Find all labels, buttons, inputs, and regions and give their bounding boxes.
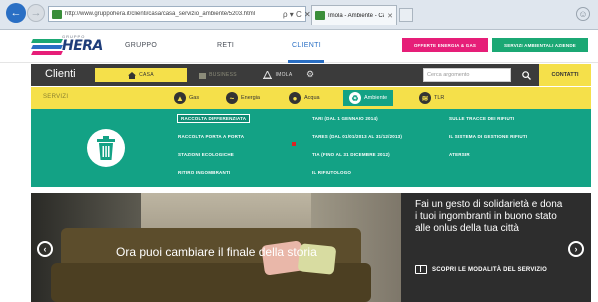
menu-tares[interactable]: TARES (DAL 01/01/2013 AL 31/12/2013) bbox=[312, 134, 402, 139]
menu-il-rifiutologo[interactable]: IL RIFIUTOLOGO bbox=[312, 170, 351, 175]
servizi-bar: SERVIZI ▲ Gas ~ Energia ● Acqua ♻ Ambien… bbox=[31, 87, 591, 109]
contatti-button[interactable]: CONTATTI bbox=[539, 64, 591, 86]
service-acqua-label: Acqua bbox=[304, 95, 320, 101]
menu-sulle-tracce-dei-rifiuti[interactable]: SULLE TRACCE DEI RIFIUTI bbox=[449, 116, 514, 121]
servizi-ambientali-aziende-button[interactable]: SERVIZI AMBIENTALI AZIENDE bbox=[492, 38, 588, 52]
location-label: IMOLA bbox=[275, 72, 293, 78]
chevron-left-icon: ‹ bbox=[43, 244, 47, 254]
tab-title: Imola - Ambiente - Casa - ... bbox=[328, 12, 384, 19]
nav-reti[interactable]: RETI bbox=[217, 42, 234, 49]
location-selector[interactable]: IMOLA bbox=[255, 68, 301, 82]
logo-word: HERA bbox=[62, 38, 103, 54]
arrow-right-icon: → bbox=[30, 7, 42, 19]
menu-sistema-gestione-rifiuti[interactable]: IL SISTEMA DI GESTIONE RIFIUTI bbox=[449, 134, 527, 139]
servizi-label: SERVIZI bbox=[43, 94, 69, 100]
menu-raccolta-porta-a-porta[interactable]: RACCOLTA PORTA A PORTA bbox=[178, 134, 244, 139]
hero-info-box: Fai un gesto di solidarietà e dona i tuo… bbox=[401, 193, 591, 302]
browser-tab[interactable]: Imola - Ambiente - Casa - ... ✕ bbox=[311, 5, 397, 25]
business-label: BUSINESS bbox=[209, 72, 237, 78]
search-icon bbox=[521, 70, 531, 80]
menu-ritiro-ingombranti[interactable]: RITIRO INGOMBRANTI bbox=[178, 170, 230, 175]
service-tlr[interactable]: ≋ TLR bbox=[419, 90, 444, 106]
service-gas-label: Gas bbox=[189, 95, 200, 101]
offerte-energia-gas-button[interactable]: OFFERTE ENERGIA & GAS bbox=[402, 38, 488, 52]
new-tab-button[interactable] bbox=[399, 8, 413, 22]
service-ambiente-label: Ambiente bbox=[364, 95, 388, 101]
book-icon bbox=[415, 265, 427, 274]
flame-icon: ▲ bbox=[174, 92, 186, 104]
service-energia[interactable]: ~ Energia bbox=[226, 90, 260, 106]
map-pin-icon bbox=[263, 71, 273, 79]
forward-button[interactable]: → bbox=[27, 4, 45, 22]
nav-active-indicator bbox=[288, 60, 324, 63]
energy-icon: ~ bbox=[226, 92, 238, 104]
site-header: GRUPPO HERA GRUPPO RETI CLIENTI OFFERTE … bbox=[0, 31, 598, 63]
gear-icon[interactable]: ⚙ bbox=[306, 69, 314, 80]
hero-message: Fai un gesto di solidarietà e dona i tuo… bbox=[415, 199, 563, 234]
casa-label: CASA bbox=[139, 72, 154, 78]
chevron-right-icon: › bbox=[574, 244, 578, 254]
scopri-modalita-label: SCOPRI LE MODALITÀ DEL SERVIZIO bbox=[432, 266, 547, 273]
service-gas[interactable]: ▲ Gas bbox=[174, 90, 199, 106]
clienti-bar: Clienti CASA BUSINESS IMOLA ⚙ Cerca argo… bbox=[31, 64, 591, 86]
service-tlr-label: TLR bbox=[434, 95, 445, 101]
back-button[interactable]: ← bbox=[6, 3, 26, 23]
hero-next-button[interactable]: › bbox=[568, 241, 584, 257]
casa-button[interactable]: CASA bbox=[95, 68, 187, 82]
nav-gruppo[interactable]: GRUPPO bbox=[125, 42, 157, 49]
ambiente-menu-panel: RACCOLTA DIFFERENZIATA RACCOLTA PORTA A … bbox=[31, 109, 591, 187]
menu-raccolta-differenziata[interactable]: RACCOLTA DIFFERENZIATA bbox=[177, 114, 251, 123]
trash-bin-icon bbox=[87, 129, 125, 167]
service-ambiente[interactable]: ♻ Ambiente bbox=[343, 90, 394, 106]
recycle-icon: ♻ bbox=[349, 92, 361, 104]
service-energia-label: Energia bbox=[241, 95, 260, 101]
hero-banner: ‹ Ora puoi cambiare il finale della stor… bbox=[31, 193, 591, 302]
hero-prev-button[interactable]: ‹ bbox=[37, 241, 53, 257]
house-icon bbox=[128, 71, 137, 79]
business-button[interactable]: BUSINESS bbox=[189, 68, 247, 82]
cursor-marker bbox=[292, 142, 296, 146]
site-favicon-icon bbox=[52, 9, 62, 19]
menu-tia[interactable]: TIA (FINO AL 31 DICEMBRE 2012) bbox=[312, 152, 390, 157]
search-button[interactable] bbox=[515, 67, 537, 83]
tab-favicon-icon bbox=[315, 11, 325, 20]
menu-tari[interactable]: TARI (DAL 1 GENNAIO 2014) bbox=[312, 116, 378, 121]
arrow-left-icon: ← bbox=[10, 7, 22, 19]
address-bar[interactable]: http://www.gruppohera.it/clienti/casa/ca… bbox=[48, 6, 306, 22]
logo-stripes-icon bbox=[31, 39, 63, 57]
nav-clienti[interactable]: CLIENTI bbox=[292, 42, 321, 49]
menu-stazioni-ecologiche[interactable]: STAZIONI ECOLOGICHE bbox=[178, 152, 234, 157]
browser-chrome: ← → http://www.gruppohera.it/clienti/cas… bbox=[0, 0, 598, 30]
hera-logo[interactable]: GRUPPO HERA bbox=[31, 34, 103, 60]
heating-icon: ≋ bbox=[419, 92, 431, 104]
tab-close-icon[interactable]: ✕ bbox=[387, 12, 396, 20]
hero-caption: Ora puoi cambiare il finale della storia bbox=[116, 245, 317, 259]
clienti-title: Clienti bbox=[45, 68, 76, 80]
menu-atersir[interactable]: ATERSIR bbox=[449, 152, 470, 157]
service-acqua[interactable]: ● Acqua bbox=[289, 90, 320, 106]
smiley-icon[interactable]: ☺ bbox=[576, 7, 590, 21]
scopri-modalita-link[interactable]: SCOPRI LE MODALITÀ DEL SERVIZIO bbox=[415, 265, 547, 274]
address-url: http://www.gruppohera.it/clienti/casa/ca… bbox=[65, 11, 256, 17]
address-controls[interactable]: ρ ▾ C ✕ bbox=[283, 6, 311, 22]
search-input[interactable]: Cerca argomento bbox=[423, 68, 511, 82]
water-drop-icon: ● bbox=[289, 92, 301, 104]
building-icon bbox=[199, 72, 207, 79]
